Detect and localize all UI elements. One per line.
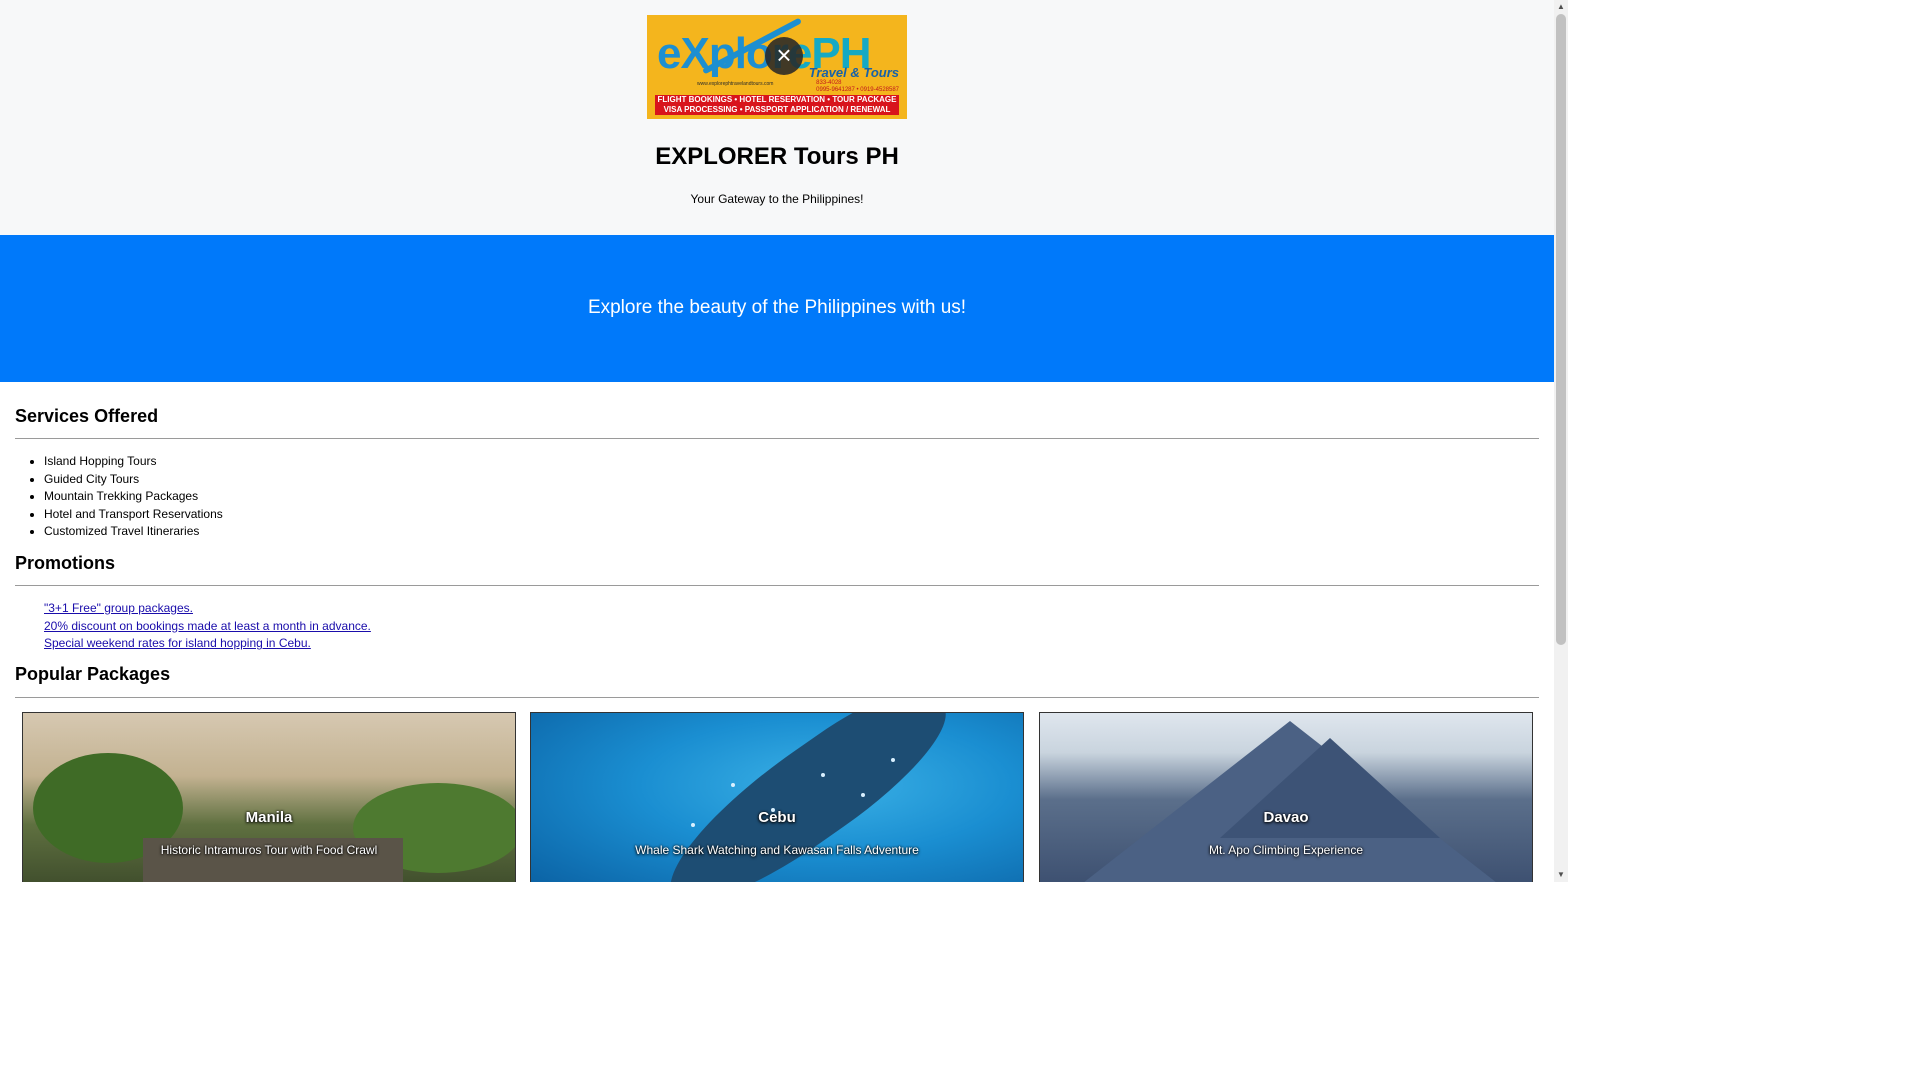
- shark-spot: [891, 757, 895, 762]
- package-title: Cebu: [758, 808, 796, 826]
- promotions-list: "3+1 Free" group packages. 20% discount …: [15, 586, 1539, 653]
- list-item: 20% discount on bookings made at least a…: [44, 618, 1539, 636]
- package-description: Whale Shark Watching and Kawasan Falls A…: [635, 842, 919, 857]
- promo-link[interactable]: Special weekend rates for island hopping…: [44, 636, 311, 650]
- promotions-section: Promotions "3+1 Free" group packages. 20…: [0, 541, 1554, 653]
- site-subtitle: Your Gateway to the Philippines!: [690, 192, 864, 206]
- services-heading: Services Offered: [15, 406, 159, 426]
- scroll-up-arrow-icon[interactable]: ▲: [1554, 0, 1568, 14]
- logo-phone-2: 0995-9641287 • 0919-4528587: [816, 87, 899, 93]
- list-item: Customized Travel Itineraries: [44, 523, 1539, 541]
- promotions-heading: Promotions: [15, 552, 116, 573]
- logo-services-band: FLIGHT BOOKINGS • HOTEL RESERVATION • TO…: [655, 95, 899, 115]
- packages-section: Popular Packages Manila Historic Intramu…: [0, 653, 1554, 882]
- list-item: Guided City Tours: [44, 471, 1539, 489]
- package-title: Manila: [245, 808, 293, 826]
- shark-spot: [861, 792, 865, 797]
- logo-website: www.explorephtravelandtours.com: [697, 81, 774, 87]
- hero-text: Explore the beauty of the Philippines wi…: [587, 297, 967, 318]
- list-item: Special weekend rates for island hopping…: [44, 635, 1539, 653]
- list-item: "3+1 Free" group packages.: [44, 600, 1539, 618]
- close-icon[interactable]: ×: [765, 37, 803, 75]
- logo-phone-1: 833-4028: [816, 80, 842, 86]
- package-title: Davao: [1263, 808, 1309, 826]
- list-item: Island Hopping Tours: [44, 453, 1539, 471]
- logo-brand-left: eXplo: [657, 29, 773, 78]
- services-list: Island Hopping Tours Guided City Tours M…: [15, 439, 1539, 541]
- services-section: Services Offered Island Hopping Tours Gu…: [0, 382, 1554, 541]
- shark-spot: [731, 782, 735, 787]
- package-card-davao[interactable]: Davao Mt. Apo Climbing Experience: [1039, 711, 1533, 882]
- promo-link[interactable]: 20% discount on bookings made at least a…: [44, 619, 371, 633]
- site-header: eXplorePH Travel & Tours www.explorephtr…: [0, 0, 1554, 235]
- package-cards: Manila Historic Intramuros Tour with Foo…: [15, 698, 1539, 882]
- logo-tagline: Travel & Tours: [808, 65, 899, 80]
- list-item: Hotel and Transport Reservations: [44, 506, 1539, 524]
- package-card-cebu[interactable]: Cebu Whale Shark Watching and Kawasan Fa…: [530, 711, 1024, 882]
- site-title: EXPLORER Tours PH: [655, 143, 899, 170]
- shark-spot: [821, 772, 825, 777]
- logo-phones: 833-4028 0995-9641287 • 0919-4528587: [816, 80, 899, 94]
- page: eXplorePH Travel & Tours www.explorephtr…: [0, 0, 1554, 882]
- package-description: Mt. Apo Climbing Experience: [1208, 842, 1364, 857]
- logo-services-line-1: FLIGHT BOOKINGS • HOTEL RESERVATION • TO…: [657, 95, 897, 104]
- scrollbar-thumb[interactable]: [1556, 14, 1566, 645]
- scroll-down-arrow-icon[interactable]: ▼: [1554, 868, 1568, 882]
- vertical-scrollbar[interactable]: ▲ ▼: [1554, 0, 1568, 882]
- hero-banner: Explore the beauty of the Philippines wi…: [0, 235, 1554, 382]
- package-card-manila[interactable]: Manila Historic Intramuros Tour with Foo…: [22, 711, 516, 882]
- promo-link[interactable]: "3+1 Free" group packages.: [44, 601, 193, 615]
- package-description: Historic Intramuros Tour with Food Crawl: [160, 842, 378, 857]
- list-item: Mountain Trekking Packages: [44, 488, 1539, 506]
- packages-heading: Popular Packages: [15, 663, 171, 684]
- logo-services-line-2: VISA PROCESSING • PASSPORT APPLICATION /…: [663, 105, 891, 114]
